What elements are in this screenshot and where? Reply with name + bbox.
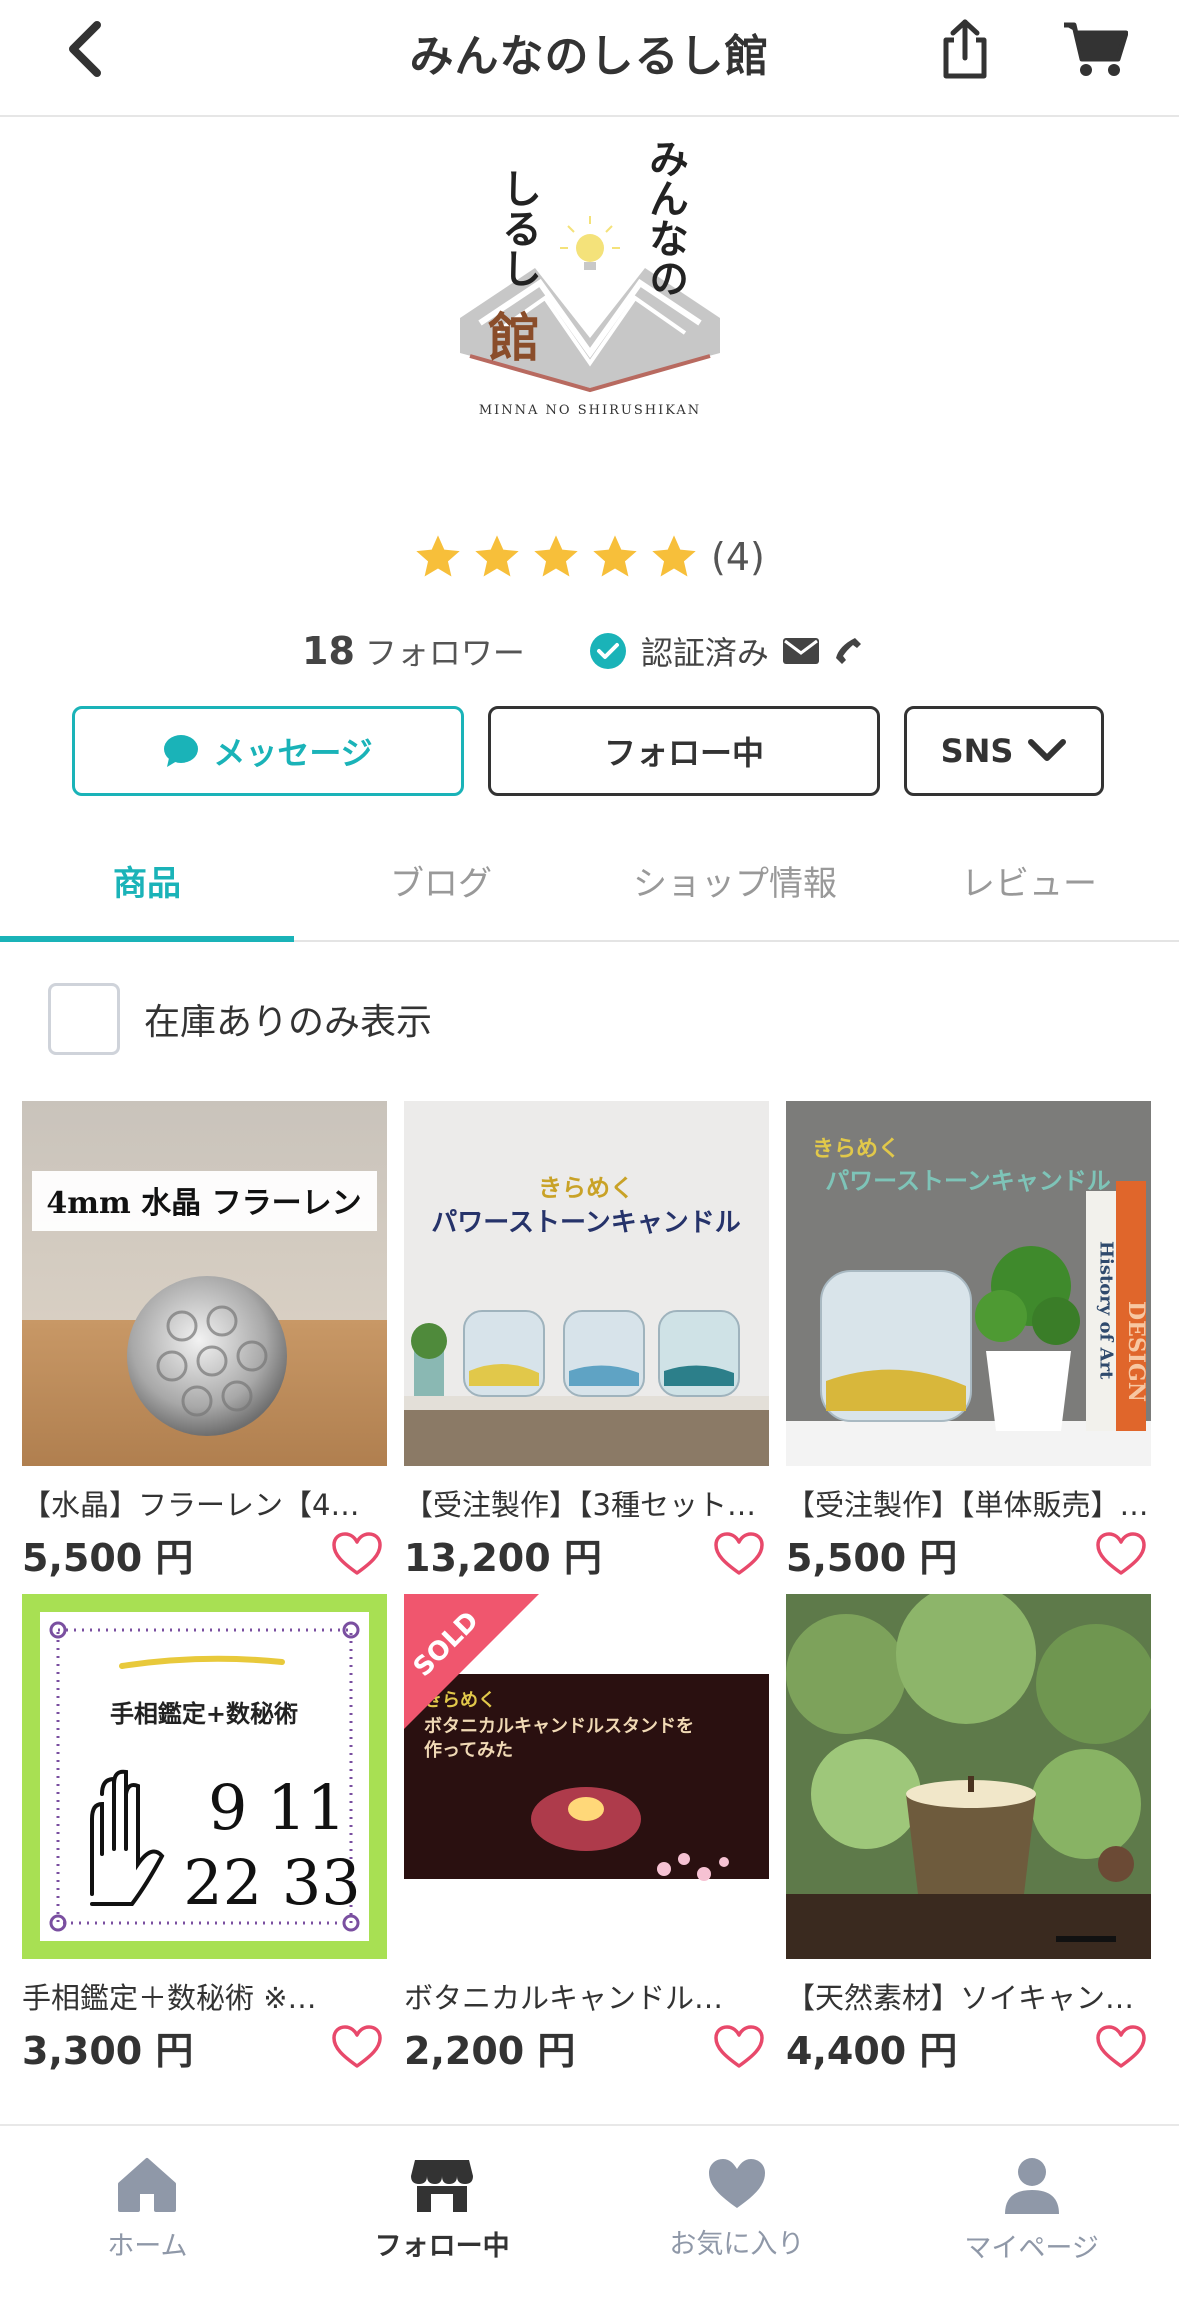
in-stock-filter[interactable]: 在庫ありのみ表示	[48, 983, 432, 1055]
product-image-book-design: DESIGN	[1123, 1301, 1149, 1402]
nav-following[interactable]: フォロー中	[295, 2126, 590, 2297]
in-stock-checkbox[interactable]	[48, 983, 120, 1055]
logo-text-kan: 館	[488, 309, 540, 369]
product-name[interactable]: 手相鑑定＋数秘術 ※…	[22, 1975, 387, 2015]
heart-outline-icon[interactable]	[331, 1531, 383, 1577]
phone-icon	[835, 638, 861, 664]
product-name[interactable]: 【水晶】フラーレン【4m…	[22, 1482, 387, 1522]
cart-button[interactable]	[1055, 14, 1135, 84]
product-card[interactable]: きらめく パワーストーンキャンドル 【受注製作】【3種セット… 13,200 円	[404, 1101, 769, 1586]
nav-favorites[interactable]: お気に入り	[590, 2126, 885, 2297]
product-price: 3,300 円	[22, 2028, 194, 2073]
check-circle-icon	[589, 633, 626, 669]
product-image-caption: 手相鑑定+数秘術	[110, 1700, 298, 1728]
star-icon	[475, 535, 519, 577]
product-image[interactable]: きらめく パワーストーンキャンドル	[404, 1101, 769, 1466]
bottom-nav: ホーム フォロー中 お気に入り マイページ	[0, 2124, 1179, 2297]
review-count: (4)	[711, 535, 765, 579]
chat-bubble-icon	[164, 735, 199, 767]
app-header: みんなのしるし館	[0, 0, 1179, 117]
product-image-caption: 4mm 水晶 フラーレン	[46, 1186, 361, 1221]
logo-text-minna: みんなの	[642, 138, 688, 298]
product-image[interactable]: 手相鑑定+数秘術 9 11 22 33	[22, 1594, 387, 1959]
lightbulb-icon	[560, 216, 620, 270]
product-grid: 4mm 水晶 フラーレン 【水晶】フラーレン【4m… 5,500 円 きらめく	[22, 1101, 1157, 2079]
product-card[interactable]: 4mm 水晶 フラーレン 【水晶】フラーレン【4m… 5,500 円	[22, 1101, 387, 1586]
star-icon	[416, 535, 460, 577]
product-name[interactable]: 【受注製作】【単体販売】…	[786, 1482, 1151, 1522]
shop-rating[interactable]: (4)	[412, 527, 765, 587]
message-button[interactable]: メッセージ	[72, 706, 464, 796]
product-price: 5,500 円	[786, 1535, 958, 1580]
follower-count[interactable]: 18	[302, 629, 355, 673]
person-icon	[1004, 2158, 1059, 2214]
product-image[interactable]: きらめく ボタニカルキャンドルスタンドを 作ってみた SOLD	[404, 1594, 769, 1959]
cart-icon	[1064, 22, 1128, 76]
product-card[interactable]: 手相鑑定+数秘術 9 11 22 33 手相鑑定＋数秘術 ※… 3,300 円	[22, 1594, 387, 2079]
product-card[interactable]: きらめく パワーストーンキャンドル History of Art DESIGN …	[786, 1101, 1151, 1586]
star-icon	[652, 535, 696, 577]
nav-home[interactable]: ホーム	[0, 2126, 295, 2297]
share-button[interactable]	[930, 14, 1000, 84]
product-price: 5,500 円	[22, 1535, 194, 1580]
verified-label: 認証済み	[640, 634, 769, 672]
product-image-numbers-2: 22 33	[183, 1846, 361, 1919]
logo-text-shirushi: しるし	[495, 168, 541, 288]
shop-meta: 18 フォロワー 認証済み	[302, 625, 863, 677]
follower-label[interactable]: フォロワー	[365, 628, 525, 674]
tab-reviews[interactable]: レビュー	[882, 830, 1176, 940]
heart-outline-icon[interactable]	[331, 2024, 383, 2070]
nav-following-label: フォロー中	[374, 2231, 510, 2262]
product-image[interactable]	[786, 1594, 1151, 1959]
star-icon	[593, 535, 637, 577]
product-image-caption-top: きらめく	[812, 1137, 900, 1162]
product-image-caption: パワーストーンキャンドル	[431, 1208, 740, 1238]
product-card[interactable]: 【天然素材】ソイキャン… 4,400 円	[786, 1594, 1151, 2079]
tab-shop-info[interactable]: ショップ情報	[588, 830, 882, 940]
nav-mypage-label: マイページ	[964, 2233, 1099, 2264]
heart-icon	[708, 2159, 765, 2208]
share-icon	[943, 19, 987, 79]
star-icon	[534, 535, 578, 577]
shop-tabs: 商品 ブログ ショップ情報 レビュー	[0, 830, 1179, 942]
heart-outline-icon[interactable]	[1095, 1531, 1147, 1577]
message-button-label: メッセージ	[213, 734, 373, 772]
tab-products[interactable]: 商品	[0, 830, 294, 942]
shop-icon	[411, 2160, 474, 2212]
product-image-caption-top: きらめく	[538, 1174, 634, 1202]
product-image[interactable]: 4mm 水晶 フラーレン	[22, 1101, 387, 1466]
product-card[interactable]: きらめく ボタニカルキャンドルスタンドを 作ってみた SOLD ボタニカルキャン…	[404, 1594, 769, 2079]
verified-badge: 認証済み	[589, 628, 863, 674]
sns-label: SNS	[940, 732, 1014, 770]
shop-logo: みんなの しるし 館 MINNA NO SHIRUSHIKAN	[440, 118, 740, 438]
product-name[interactable]: ボタニカルキャンドル…	[404, 1975, 769, 2015]
nav-home-label: ホーム	[107, 2231, 188, 2262]
follow-button[interactable]: フォロー中	[488, 706, 880, 796]
product-image-caption: パワーストーンキャンドル	[825, 1167, 1111, 1195]
heart-outline-icon[interactable]	[1095, 2024, 1147, 2070]
product-image[interactable]: きらめく パワーストーンキャンドル History of Art DESIGN	[786, 1101, 1151, 1466]
heart-outline-icon[interactable]	[713, 1531, 765, 1577]
tab-blog[interactable]: ブログ	[294, 830, 588, 940]
follow-button-label: フォロー中	[603, 734, 764, 772]
in-stock-label: 在庫ありのみ表示	[144, 1002, 433, 1043]
sns-dropdown[interactable]: SNS	[904, 706, 1104, 796]
product-image-caption-2: 作ってみた	[424, 1739, 513, 1761]
page-title: みんなのしるし館	[409, 31, 770, 82]
home-icon	[118, 2158, 177, 2212]
logo-romaji: MINNA NO SHIRUSHIKAN	[479, 403, 701, 418]
product-name[interactable]: 【天然素材】ソイキャン…	[786, 1975, 1151, 2015]
nav-favorites-label: お気に入り	[669, 2229, 805, 2260]
nav-mypage[interactable]: マイページ	[884, 2126, 1179, 2297]
product-image-numbers-1: 9 11	[208, 1771, 346, 1844]
product-name[interactable]: 【受注製作】【3種セット…	[404, 1482, 769, 1522]
product-price: 2,200 円	[404, 2028, 576, 2073]
product-image-caption: ボタニカルキャンドルスタンドを	[424, 1716, 694, 1737]
product-price: 4,400 円	[786, 2028, 958, 2073]
product-price: 13,200 円	[404, 1535, 602, 1580]
heart-outline-icon[interactable]	[713, 2024, 765, 2070]
chevron-down-icon	[1028, 739, 1067, 761]
product-image-book-title: History of Art	[1096, 1241, 1117, 1380]
mail-icon	[782, 638, 819, 664]
